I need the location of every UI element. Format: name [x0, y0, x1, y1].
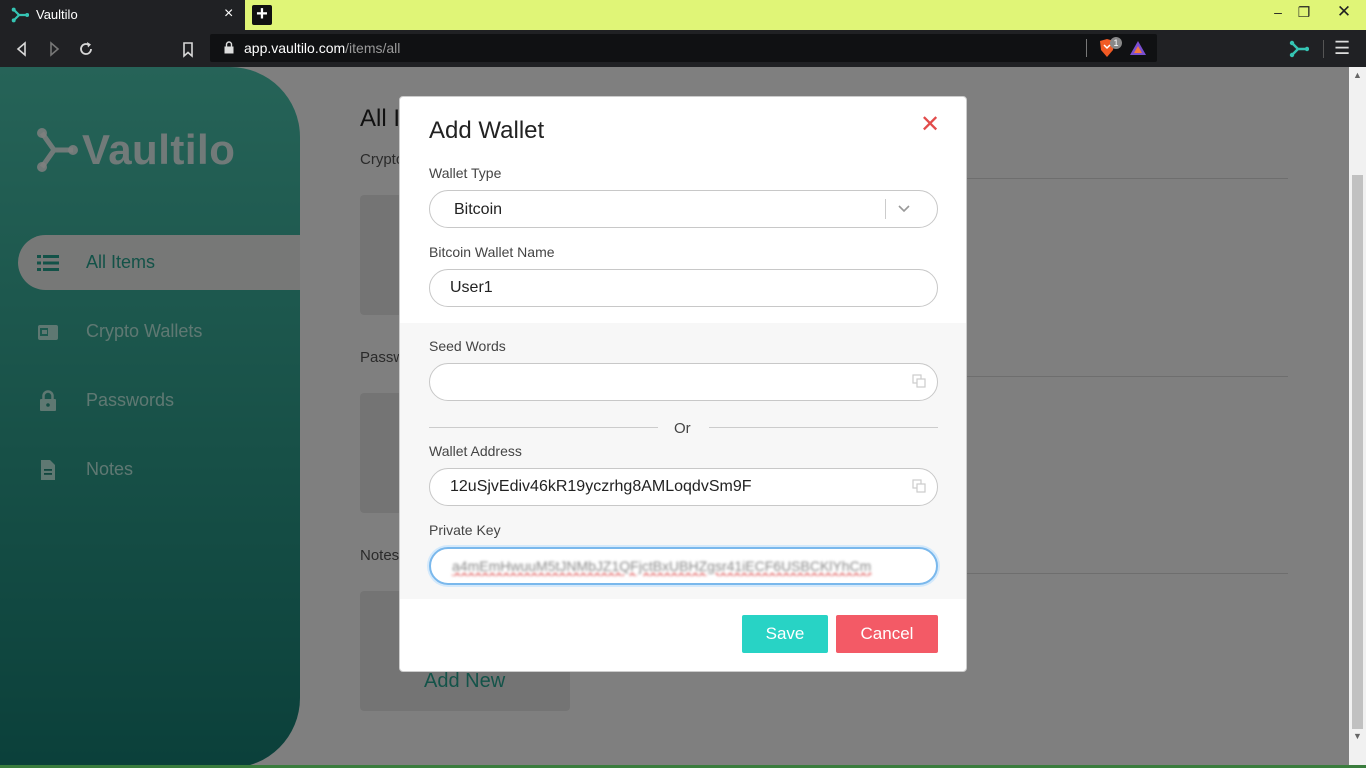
select-separator	[885, 199, 886, 219]
vaultilo-extension-icon[interactable]	[1289, 39, 1309, 59]
browser-menu-icon[interactable]: ☰	[1334, 37, 1350, 59]
private-key-label: Private Key	[429, 522, 501, 538]
browser-toolbar: app.vaultilo.com/items/all 1 ☰	[0, 30, 1366, 67]
bookmark-icon[interactable]	[177, 38, 199, 60]
seed-words-label: Seed Words	[429, 338, 506, 354]
toolbar-separator	[1323, 40, 1324, 58]
close-window-button[interactable]: ✕	[1330, 2, 1358, 22]
seed-words-input[interactable]	[429, 363, 938, 401]
wallet-type-select[interactable]: Bitcoin	[429, 190, 938, 228]
scroll-up-icon[interactable]: ▲	[1353, 70, 1362, 80]
brave-rewards-icon[interactable]	[1129, 39, 1147, 57]
save-button[interactable]: Save	[742, 615, 828, 653]
scrollbar-thumb[interactable]	[1352, 175, 1363, 729]
back-icon[interactable]	[11, 38, 33, 60]
forward-icon[interactable]	[43, 38, 65, 60]
copy-icon[interactable]	[912, 374, 926, 388]
page-scrollbar[interactable]: ▲ ▼	[1349, 67, 1366, 768]
or-text: Or	[674, 420, 691, 437]
close-icon[interactable]: ✕	[919, 113, 941, 137]
browser-tab[interactable]: Vaultilo ×	[0, 0, 245, 30]
add-wallet-modal: Add Wallet ✕ Wallet Type Bitcoin Bitcoin…	[399, 96, 967, 672]
url-path: /items/all	[345, 40, 401, 56]
chevron-down-icon[interactable]	[896, 200, 912, 216]
address-separator	[1086, 39, 1087, 57]
tab-close-icon[interactable]: ×	[224, 5, 233, 23]
restore-window-button[interactable]: ❐	[1290, 2, 1318, 22]
divider-line	[709, 427, 938, 428]
reload-icon[interactable]	[75, 38, 97, 60]
or-divider: Or	[429, 420, 938, 437]
lock-icon	[224, 41, 234, 54]
wallet-address-input[interactable]	[429, 468, 938, 506]
tab-title: Vaultilo	[36, 7, 78, 22]
modal-title: Add Wallet	[429, 117, 545, 144]
cancel-button[interactable]: Cancel	[836, 615, 938, 653]
vaultilo-favicon-icon	[11, 7, 29, 23]
wallet-type-value: Bitcoin	[454, 201, 503, 218]
address-bar[interactable]: app.vaultilo.com/items/all 1	[210, 34, 1157, 62]
minimize-window-button[interactable]: –	[1264, 2, 1292, 22]
url-text: app.vaultilo.com/items/all	[244, 40, 400, 56]
wallet-address-label: Wallet Address	[429, 443, 522, 459]
wallet-type-label: Wallet Type	[429, 165, 502, 181]
browser-tab-bar: Vaultilo × + – ❐ ✕	[0, 0, 1366, 30]
private-key-value: a4mEmHwuuM5tJNMbJZ1QFjctBxUBHZgsr41iECF6…	[452, 558, 872, 574]
new-tab-button[interactable]: +	[252, 4, 272, 25]
divider-line	[429, 427, 658, 428]
wallet-name-label: Bitcoin Wallet Name	[429, 244, 555, 260]
url-host: app.vaultilo.com	[244, 40, 346, 56]
brave-shield-count-badge: 1	[1110, 37, 1122, 49]
scroll-down-icon[interactable]: ▼	[1353, 731, 1362, 741]
copy-icon[interactable]	[912, 479, 926, 493]
wallet-name-input[interactable]	[429, 269, 938, 307]
